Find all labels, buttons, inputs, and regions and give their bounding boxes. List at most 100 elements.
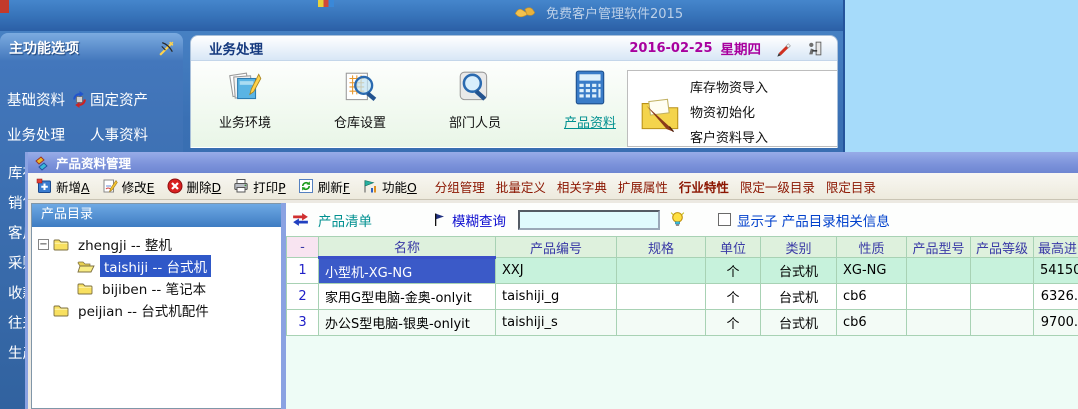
- table-cell[interactable]: [617, 284, 706, 310]
- shortcut-notes-pencil[interactable]: 业务环境: [207, 67, 283, 131]
- import-link[interactable]: 客户资料导入: [690, 126, 768, 151]
- tree-expander-icon[interactable]: −: [38, 239, 49, 250]
- table-cell[interactable]: 办公S型电脑-银奥-onlyit: [319, 310, 496, 336]
- folder-closed-icon: [53, 238, 69, 251]
- toolbar-link[interactable]: 批量定义: [496, 177, 546, 196]
- refresh-icon: [298, 178, 314, 194]
- table-cell[interactable]: 个: [706, 258, 761, 284]
- column-header[interactable]: 名称: [319, 237, 496, 258]
- show-sub-catalog-checkbox[interactable]: [718, 213, 731, 226]
- fuzzy-search-input[interactable]: [518, 210, 660, 230]
- table-cell[interactable]: [617, 310, 706, 336]
- table-cell[interactable]: [971, 310, 1034, 336]
- toolbar-button-F[interactable]: 刷新F: [298, 177, 350, 196]
- lamp-icon[interactable]: [670, 211, 685, 228]
- table-row[interactable]: 1小型机-XG-NGXXJ 个台式机XG-NG 54150.: [287, 258, 1078, 284]
- table-cell[interactable]: 家用G型电脑-金奥-onlyit: [319, 284, 496, 310]
- row-number-cell[interactable]: 3: [287, 310, 319, 336]
- toolbar-button-P[interactable]: 打印P: [233, 177, 286, 196]
- toolbar-link[interactable]: 限定目录: [826, 177, 876, 196]
- catalog-tree: −zhengji -- 整机taishiji -- 台式机bijiben -- …: [32, 227, 281, 321]
- table-cell[interactable]: 台式机: [761, 284, 837, 310]
- toolbar-button-O[interactable]: 功能O: [362, 177, 417, 196]
- table-cell[interactable]: [907, 310, 971, 336]
- toolbar-link[interactable]: 限定一级目录: [740, 177, 815, 196]
- column-header[interactable]: 单位: [706, 237, 761, 258]
- table-cell[interactable]: 9700.: [1034, 310, 1078, 336]
- table-cell[interactable]: XG-NG: [837, 258, 907, 284]
- shortcut-magnifier[interactable]: 部门人员: [437, 67, 513, 131]
- tree-node-label: bijiben -- 笔记本: [98, 277, 210, 299]
- table-cell[interactable]: [617, 258, 706, 284]
- folder-closed-icon: [77, 282, 93, 295]
- main-titlebar: 免费客户管理软件2015: [0, 0, 843, 31]
- column-header[interactable]: 类别: [761, 237, 837, 258]
- shortcut-doc-magnifier[interactable]: 仓库设置: [322, 67, 398, 131]
- table-cell[interactable]: taishiji_g: [496, 284, 617, 310]
- table-cell[interactable]: [971, 258, 1034, 284]
- import-link[interactable]: 库存物资导入: [690, 76, 768, 101]
- catalog-tree-panel: 产品目录 −zhengji -- 整机taishiji -- 台式机bijibe…: [31, 203, 281, 409]
- table-cell[interactable]: cb6: [837, 284, 907, 310]
- sidebar-item-fixed-assets[interactable]: 固定资产: [90, 89, 148, 110]
- tree-node[interactable]: peijian -- 台式机配件: [32, 299, 281, 321]
- column-header[interactable]: 产品型号: [907, 237, 971, 258]
- weekday-label: 星期四: [721, 38, 762, 58]
- toolbar-link[interactable]: 扩展属性: [618, 177, 668, 196]
- column-header[interactable]: 产品等级: [971, 237, 1034, 258]
- table-cell[interactable]: 6326.: [1034, 284, 1078, 310]
- table-cell[interactable]: 个: [706, 284, 761, 310]
- sidebar-item-basic-data[interactable]: 基础资料: [7, 89, 69, 110]
- import-links: 库存物资导入物资初始化客户资料导入: [690, 71, 768, 146]
- toolbar-link[interactable]: 行业特性: [679, 177, 729, 196]
- product-list-panel: 产品清单 模糊查询 显示子 产品目录相关信息 -名称产品编号规格单位类别性质产品…: [286, 203, 1078, 409]
- table-row[interactable]: 2家用G型电脑-金奥-onlyittaishiji_g 个台式机cb6 6326.: [287, 284, 1078, 310]
- table-row[interactable]: 3办公S型电脑-银奥-onlyittaishiji_s 个台式机cb6 9700.: [287, 310, 1078, 336]
- shortcut-label: 部门人员: [437, 112, 513, 131]
- table-cell[interactable]: 个: [706, 310, 761, 336]
- table-cell[interactable]: 台式机: [761, 258, 837, 284]
- titlebar-fragment-icon: [0, 0, 9, 13]
- column-header[interactable]: 性质: [837, 237, 907, 258]
- show-sub-catalog-label: 显示子 产品目录相关信息: [737, 210, 890, 230]
- product-window-titlebar[interactable]: 产品资料管理: [28, 152, 1078, 173]
- sidebar-item-hr-data[interactable]: 人事资料: [90, 124, 148, 145]
- table-cell[interactable]: 台式机: [761, 310, 837, 336]
- column-header[interactable]: 产品编号: [496, 237, 617, 258]
- doc-magnifier-icon: [340, 67, 380, 109]
- table-cell[interactable]: taishiji_s: [496, 310, 617, 336]
- toolbar-link[interactable]: 分组管理: [435, 177, 485, 196]
- column-header[interactable]: 规格: [617, 237, 706, 258]
- sync-icon[interactable]: [69, 90, 90, 109]
- row-number-cell[interactable]: 2: [287, 284, 319, 310]
- notes-pencil-icon: [225, 67, 265, 109]
- table-cell[interactable]: [907, 284, 971, 310]
- table-cell[interactable]: [907, 258, 971, 284]
- sidebar-grid: 基础资料 固定资产 业务处理 人事资料: [7, 89, 179, 159]
- tree-node[interactable]: −zhengji -- 整机: [32, 233, 281, 255]
- product-window: 产品资料管理 新增A 修改E 删除D 打印P 刷新F 功能O 分组管理批量定义相关字典扩展属…: [25, 152, 1078, 409]
- toolbar-button-D[interactable]: 删除D: [167, 177, 222, 196]
- tree-node[interactable]: bijiben -- 笔记本: [32, 277, 281, 299]
- table-cell[interactable]: [971, 284, 1034, 310]
- workspace-panel-body: 业务环境仓库设置部门人员 产品资料 库存物资导入物资初始化客户资料导入: [191, 61, 837, 147]
- exit-icon[interactable]: [806, 40, 823, 57]
- tree-node[interactable]: taishiji -- 台式机: [32, 255, 281, 277]
- table-cell[interactable]: 54150.: [1034, 258, 1078, 284]
- sidebar-item-business[interactable]: 业务处理: [7, 124, 69, 145]
- toolbar-button-A[interactable]: 新增A: [36, 177, 90, 196]
- crossbow-icon[interactable]: [158, 40, 175, 57]
- column-header[interactable]: 最高进: [1034, 237, 1078, 258]
- table-cell[interactable]: XXJ: [496, 258, 617, 284]
- import-link[interactable]: 物资初始化: [690, 101, 768, 126]
- pen-tool-icon[interactable]: [775, 40, 792, 57]
- table-cell[interactable]: 小型机-XG-NG: [319, 258, 496, 284]
- fuzzy-search-label: 模糊查询: [452, 210, 506, 230]
- table-cell[interactable]: cb6: [837, 310, 907, 336]
- shortcut-calculator[interactable]: 产品资料: [552, 67, 628, 131]
- column-header[interactable]: -: [287, 237, 319, 258]
- row-number-cell[interactable]: 1: [287, 258, 319, 284]
- toolbar-button-E[interactable]: 修改E: [102, 177, 155, 196]
- toolbar-link[interactable]: 相关字典: [557, 177, 607, 196]
- tab-product-list[interactable]: 产品清单: [291, 210, 372, 230]
